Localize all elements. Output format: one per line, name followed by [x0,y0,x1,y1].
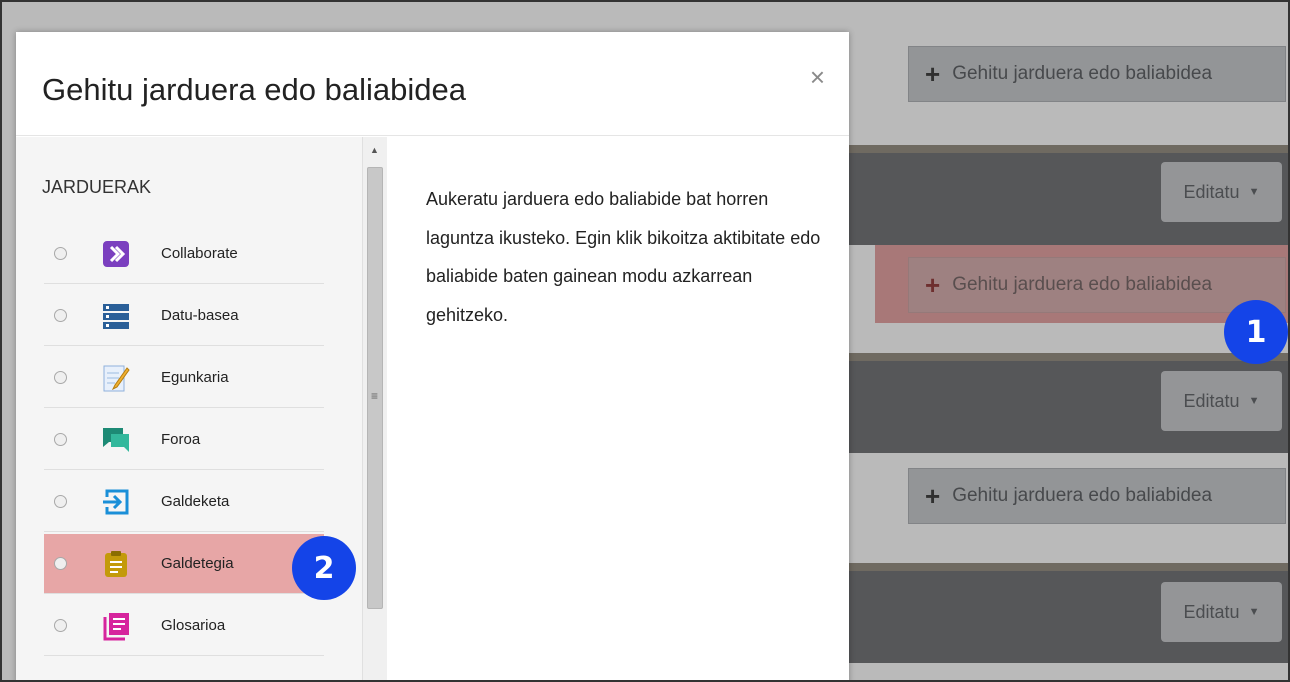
glossary-icon [101,611,131,641]
radio-button[interactable] [54,433,67,446]
activity-option-quiz[interactable]: Galdetegia [44,534,324,594]
dialog-title: Gehitu jarduera edo baliabidea [42,72,466,107]
callout-badge-2: 2 [292,536,356,600]
activity-option-database[interactable]: Datu-basea [44,286,324,346]
activity-option-collaborate[interactable]: Collaborate [44,224,324,284]
choice-icon [101,487,131,517]
collaborate-icon [101,239,131,269]
radio-button[interactable] [54,557,67,570]
activity-option-glossary[interactable]: Glosarioa [44,596,324,656]
radio-button[interactable] [54,495,67,508]
scroll-up-arrow-icon[interactable]: ▲ [370,145,379,155]
activity-label: Foroa [161,431,201,448]
radio-button[interactable] [54,371,67,384]
activity-label: Galdeketa [161,493,230,510]
radio-button[interactable] [54,619,67,632]
close-icon[interactable]: × [810,62,825,93]
quiz-icon [101,549,131,579]
activity-list-scrollbar[interactable]: ▲ ≡ [362,137,387,680]
add-activity-dialog: Gehitu jarduera edo baliabidea × JARDUER… [16,32,849,680]
dialog-header: Gehitu jarduera edo baliabidea × [16,32,849,136]
activity-label: Glosarioa [161,617,226,634]
scrollbar-thumb[interactable]: ≡ [367,167,383,609]
forum-icon [101,425,131,455]
help-description: Aukeratu jarduera edo baliabide bat horr… [426,189,821,325]
activity-option-journal[interactable]: Egunkaria [44,348,324,408]
database-icon [101,301,131,331]
radio-button[interactable] [54,247,67,260]
radio-button[interactable] [54,309,67,322]
callout-badge-1: 1 [1224,300,1288,364]
journal-icon [101,363,131,393]
activity-label: Galdetegia [161,555,234,572]
activity-label: Egunkaria [161,369,229,386]
grip-icon: ≡ [371,389,379,403]
activity-list-pane: JARDUERAK Collaborate Datu-basea Egunkar… [16,137,386,680]
activity-option-forum[interactable]: Foroa [44,410,324,470]
activity-option-choice[interactable]: Galdeketa [44,472,324,532]
category-header: JARDUERAK [42,177,152,197]
screen: + Gehitu jarduera edo baliabidea Editatu… [0,0,1290,682]
activity-label: Collaborate [161,245,238,262]
activity-label: Datu-basea [161,307,239,324]
